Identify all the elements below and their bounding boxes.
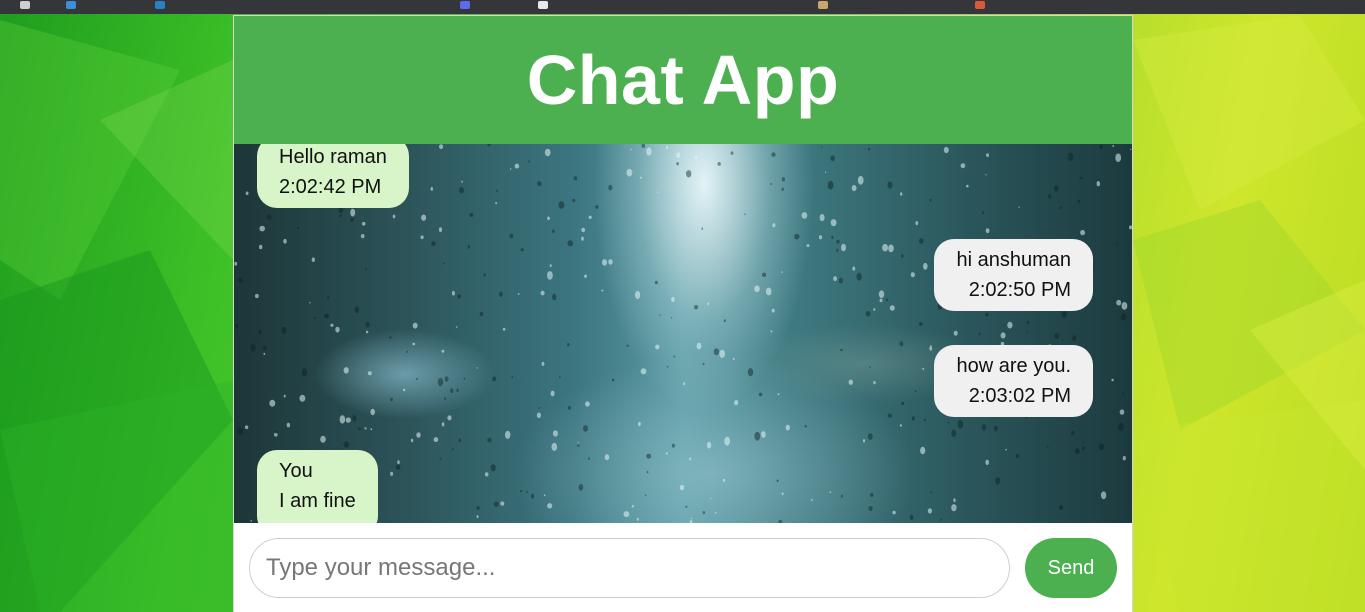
message-text: hi anshuman	[956, 249, 1071, 271]
message-timestamp: 2:02:50 PM	[968, 279, 1071, 301]
page-title: Chat App	[526, 41, 840, 119]
message-bubble-incoming: Hello raman 2:02:42 PM	[257, 144, 409, 208]
bookmark-icon[interactable]	[975, 1, 985, 9]
message-bubble-incoming: You I am fine	[257, 450, 378, 523]
message-timestamp: 2:03:02 PM	[968, 385, 1071, 407]
message-sender: You	[279, 460, 313, 482]
bookmark-icon[interactable]	[66, 1, 76, 9]
message-bubble-outgoing: how are you. 2:03:02 PM	[934, 345, 1093, 417]
message-text: Hello raman	[279, 146, 387, 168]
send-button[interactable]: Send	[1025, 538, 1117, 598]
bookmark-icon[interactable]	[20, 1, 30, 9]
message-timestamp: 2:02:42 PM	[279, 176, 382, 198]
browser-bookmarks-bar	[0, 0, 1365, 14]
message-input[interactable]	[249, 538, 1010, 598]
message-composer: Send	[234, 523, 1132, 612]
bookmark-icon[interactable]	[460, 1, 470, 9]
bookmark-icon[interactable]	[155, 1, 165, 9]
message-text: I am fine	[279, 490, 356, 512]
chat-window: Chat App Hello raman 2:02:42 PM hi anshu…	[233, 15, 1133, 612]
chat-header: Chat App	[234, 16, 1132, 144]
message-list[interactable]: Hello raman 2:02:42 PM hi anshuman 2:02:…	[234, 144, 1132, 523]
message-text: how are you.	[956, 355, 1071, 377]
bookmark-icon[interactable]	[538, 1, 548, 9]
bookmark-icon[interactable]	[818, 1, 828, 9]
message-bubble-outgoing: hi anshuman 2:02:50 PM	[934, 239, 1093, 311]
